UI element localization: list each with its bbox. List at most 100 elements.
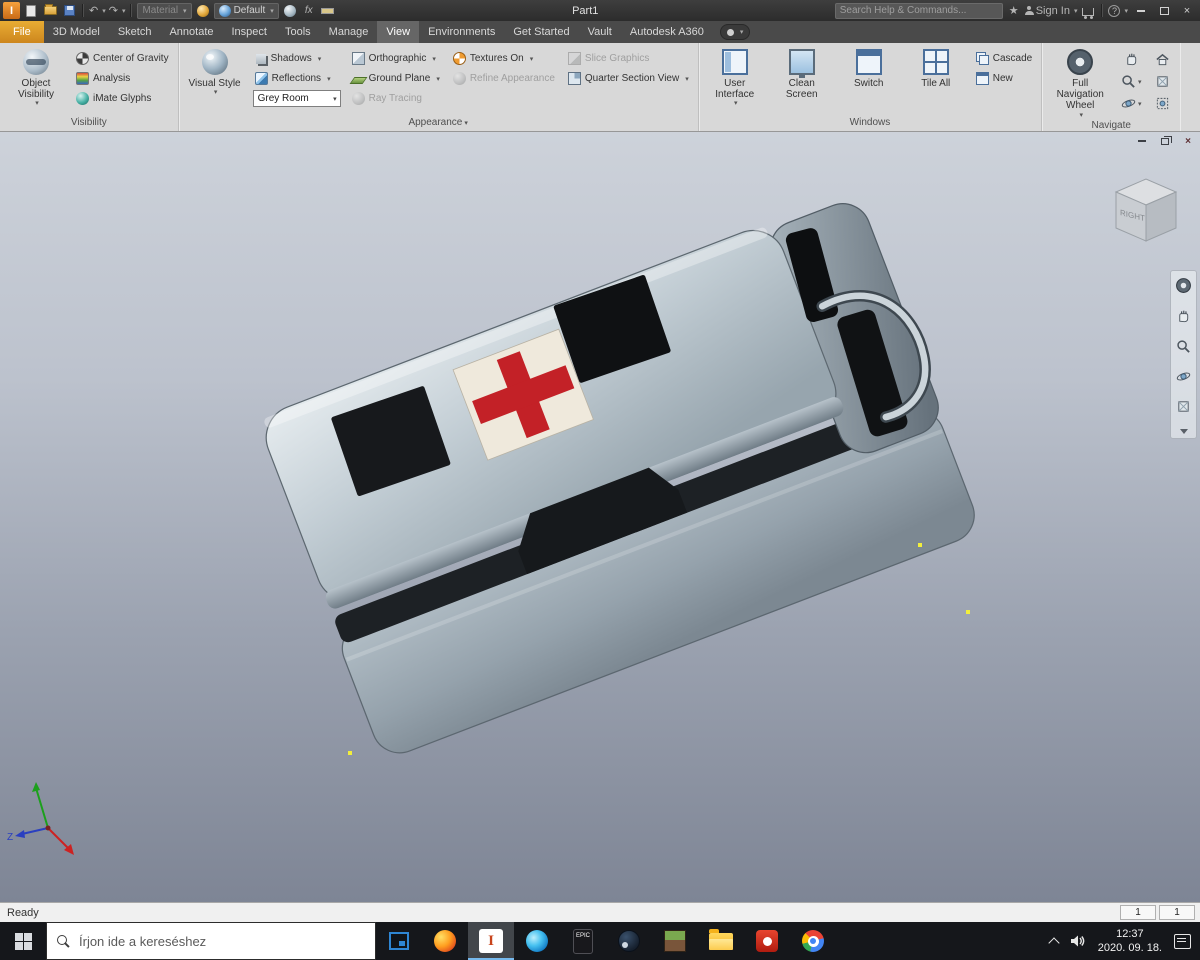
analysis-button[interactable]: Analysis xyxy=(74,70,171,87)
taskbar-app-chrome[interactable] xyxy=(790,922,836,960)
undo-button[interactable]: ↶ xyxy=(89,2,106,19)
action-center-icon[interactable] xyxy=(1174,933,1191,949)
look-at-button[interactable] xyxy=(1151,72,1173,91)
a360-sync-pill[interactable] xyxy=(719,24,751,40)
home-view-button[interactable] xyxy=(1151,50,1173,69)
tab-environments[interactable]: Environments xyxy=(419,21,504,43)
viewcube[interactable]: RIGHT xyxy=(1100,168,1186,250)
appearance-group-label[interactable]: Appearance xyxy=(179,114,698,131)
minimize-icon xyxy=(1137,9,1145,12)
document-restore-button[interactable] xyxy=(1158,135,1172,147)
ground-plane-label: Ground Plane xyxy=(368,73,431,84)
parameters-button[interactable]: fx xyxy=(301,2,317,19)
tab-manage[interactable]: Manage xyxy=(320,21,378,43)
tab-3d-model[interactable]: 3D Model xyxy=(44,21,109,43)
reflections-button[interactable]: Reflections xyxy=(253,70,341,87)
sketch-point-dot[interactable] xyxy=(966,610,970,614)
sketch-point-dot[interactable] xyxy=(348,751,352,755)
tab-file[interactable]: File xyxy=(0,21,44,43)
zoom-button[interactable] xyxy=(1120,72,1142,91)
taskbar-app-file-explorer[interactable] xyxy=(698,922,744,960)
tab-autodesk-a360[interactable]: Autodesk A360 xyxy=(621,21,713,43)
taskbar-app-minecraft[interactable] xyxy=(652,922,698,960)
tab-annotate[interactable]: Annotate xyxy=(160,21,222,43)
open-button[interactable] xyxy=(42,2,58,19)
window-maximize-button[interactable] xyxy=(1154,2,1174,19)
switch-windows-button[interactable]: Switch xyxy=(840,47,898,89)
lighting-style-combo[interactable]: Grey Room xyxy=(252,90,341,107)
shadows-button[interactable]: Shadows xyxy=(253,50,341,67)
windows-group-label[interactable]: Windows xyxy=(699,114,1041,131)
window-close-button[interactable]: × xyxy=(1177,2,1197,19)
navbar-orbit-button[interactable] xyxy=(1176,369,1191,389)
help-search-input[interactable] xyxy=(839,5,998,16)
tab-view[interactable]: View xyxy=(377,21,420,43)
material-browser-button[interactable] xyxy=(195,2,211,19)
navbar-pan-button[interactable] xyxy=(1176,309,1191,329)
taskbar-clock[interactable]: 12:37 2020. 09. 18. xyxy=(1098,927,1162,956)
taskbar-search-box[interactable] xyxy=(46,922,376,960)
document-close-button[interactable]: × xyxy=(1181,135,1195,147)
favorites-button[interactable]: ★ xyxy=(1006,2,1022,19)
center-of-gravity-button[interactable]: Center of Gravity xyxy=(74,50,171,67)
refine-appearance-button[interactable]: Refine Appearance xyxy=(451,70,557,87)
taskbar-app-task-view[interactable] xyxy=(376,922,422,960)
full-navigation-wheel-button[interactable]: Full Navigation Wheel xyxy=(1049,47,1111,119)
object-visibility-button[interactable]: Object Visibility xyxy=(7,47,65,108)
ray-tracing-button[interactable]: Ray Tracing xyxy=(350,90,442,107)
navbar-zoom-button[interactable] xyxy=(1176,339,1191,359)
appearance-dropdown[interactable]: Default xyxy=(213,2,279,19)
help-button[interactable]: ? xyxy=(1108,2,1128,19)
taskbar-app-inventor[interactable]: I xyxy=(468,922,514,960)
volume-icon[interactable] xyxy=(1070,934,1086,948)
taskbar-app-edge[interactable] xyxy=(514,922,560,960)
help-search-box[interactable] xyxy=(834,2,1003,19)
tab-get-started[interactable]: Get Started xyxy=(504,21,578,43)
tab-sketch[interactable]: Sketch xyxy=(109,21,161,43)
taskbar-app-red[interactable] xyxy=(744,922,790,960)
ground-plane-button[interactable]: Ground Plane xyxy=(349,70,442,87)
new-window-button[interactable]: New xyxy=(974,70,1034,87)
taskbar-app-epic-games[interactable]: EPIC xyxy=(560,922,606,960)
slice-graphics-button[interactable]: Slice Graphics xyxy=(566,50,691,67)
new-document-button[interactable] xyxy=(23,2,39,19)
navbar-full-navigation-wheel-button[interactable] xyxy=(1175,277,1192,299)
clean-screen-button[interactable]: Clean Screen xyxy=(773,47,831,100)
cascade-button[interactable]: Cascade xyxy=(974,50,1034,67)
sign-in-button[interactable]: Sign In xyxy=(1024,2,1078,19)
tab-tools[interactable]: Tools xyxy=(276,21,320,43)
orbit-button[interactable] xyxy=(1120,94,1142,113)
quarter-section-view-button[interactable]: Quarter Section View xyxy=(566,70,691,87)
taskbar-search-input[interactable] xyxy=(79,933,365,949)
model-first-aid-box[interactable] xyxy=(0,132,1200,902)
navigate-group-label[interactable]: Navigate xyxy=(1042,119,1180,131)
viewport-3d[interactable]: × RIGHT Z xyxy=(0,132,1200,902)
taskbar-app-steam[interactable] xyxy=(606,922,652,960)
visual-style-button[interactable]: Visual Style xyxy=(186,47,244,97)
app-store-button[interactable] xyxy=(1080,2,1096,19)
tray-expand-chevron-icon[interactable] xyxy=(1048,936,1060,949)
tile-all-button[interactable]: Tile All xyxy=(907,47,965,89)
document-minimize-button[interactable] xyxy=(1135,135,1149,147)
pan-button[interactable] xyxy=(1120,50,1142,69)
start-button[interactable] xyxy=(0,922,46,960)
orthographic-button[interactable]: Orthographic xyxy=(350,50,442,67)
navbar-look-at-button[interactable] xyxy=(1176,399,1191,419)
material-dropdown[interactable]: Material xyxy=(137,2,192,19)
taskbar-app-firefox[interactable] xyxy=(422,922,468,960)
inventor-logo-icon[interactable]: I xyxy=(3,2,20,19)
imate-glyphs-button[interactable]: iMate Glyphs xyxy=(74,90,171,107)
textures-on-button[interactable]: Textures On xyxy=(451,50,557,67)
tab-vault[interactable]: Vault xyxy=(579,21,621,43)
window-minimize-button[interactable] xyxy=(1131,2,1151,19)
navbar-options-caret-icon[interactable] xyxy=(1179,429,1188,434)
zoom-all-button[interactable] xyxy=(1151,94,1173,113)
redo-button[interactable]: ↷ xyxy=(109,2,126,19)
save-button[interactable] xyxy=(61,2,77,19)
adjust-appearance-button[interactable] xyxy=(282,2,298,19)
user-interface-button[interactable]: User Interface xyxy=(706,47,764,108)
tab-inspect[interactable]: Inspect xyxy=(223,21,276,43)
visibility-group-label[interactable]: Visibility xyxy=(0,114,178,131)
sketch-point-dot[interactable] xyxy=(918,543,922,547)
measure-button[interactable] xyxy=(320,2,336,19)
